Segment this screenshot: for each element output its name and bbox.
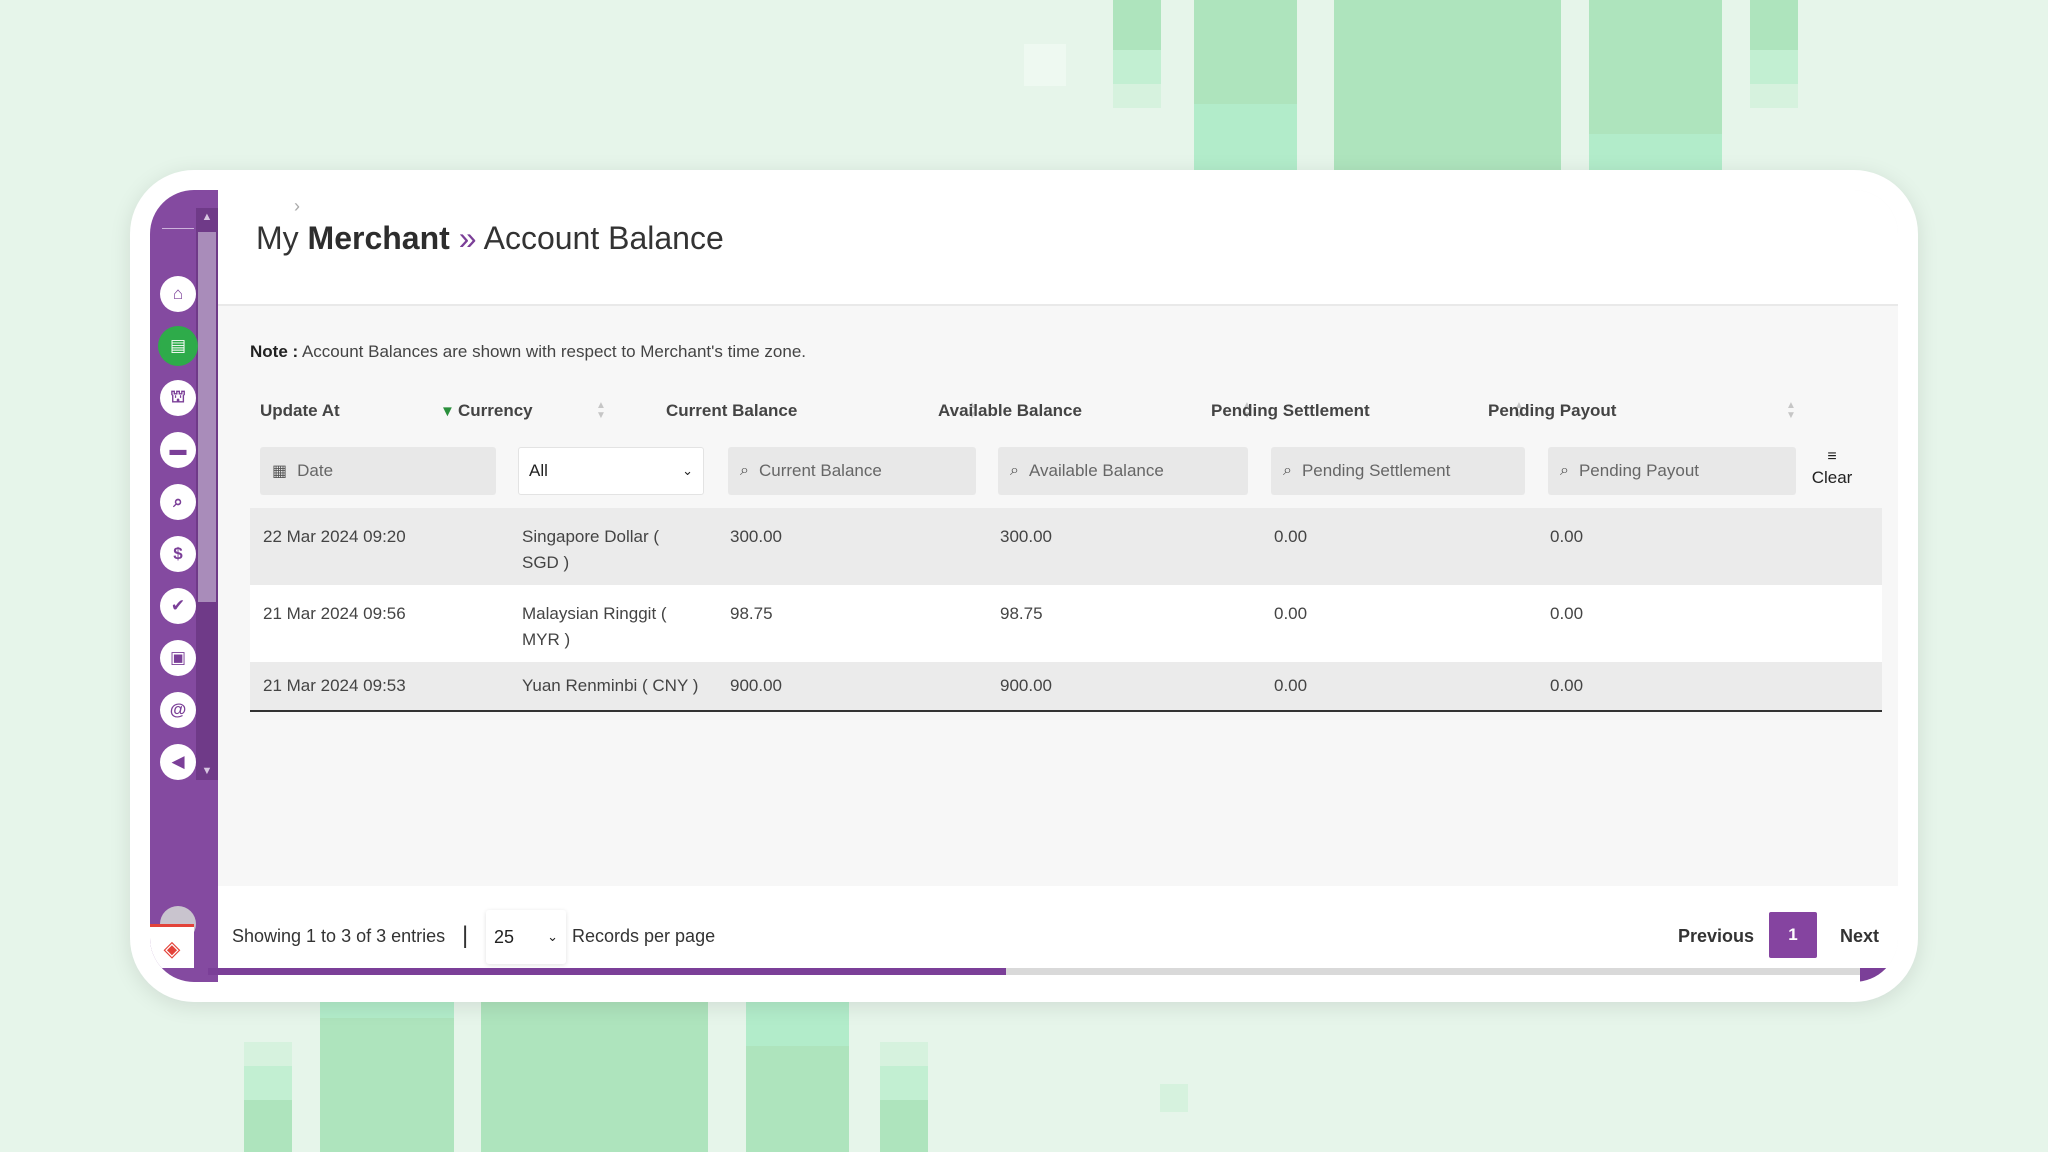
brand-logo: [162, 223, 194, 229]
home-icon[interactable]: ⌂: [160, 276, 196, 312]
wallet-icon[interactable]: ▬: [160, 432, 196, 468]
currency-select-value: All: [529, 461, 548, 480]
chevron-down-icon: ⌄: [547, 929, 558, 944]
note-text: Account Balances are shown with respect …: [301, 342, 807, 361]
pending-settlement-input[interactable]: [1301, 461, 1525, 481]
cell-current-balance: 98.75: [730, 604, 773, 623]
table-row[interactable]: 21 Mar 2024 09:56 Malaysian Ringgit ( MY…: [250, 585, 1882, 662]
cell-pending-settlement: 0.00: [1274, 527, 1308, 546]
cell-currency: Yuan Renminbi ( CNY ): [522, 676, 699, 695]
cell-pending-payout: 0.00: [1550, 604, 1584, 623]
cell-pending-payout: 0.00: [1550, 676, 1584, 695]
cell-pending-payout: 0.00: [1550, 527, 1584, 546]
pending-payout-input[interactable]: [1578, 461, 1796, 481]
clear-filter-icon: ≡: [1827, 448, 1837, 465]
search-money-icon[interactable]: ⌕: [160, 484, 196, 520]
cell-current-balance: 900.00: [730, 676, 782, 695]
records-per-page-value: 25: [494, 926, 515, 947]
timezone-note: Note : Account Balances are shown with r…: [250, 342, 806, 362]
store-icon[interactable]: ▤: [160, 328, 196, 364]
column-header-update-at[interactable]: Update At: [260, 401, 340, 425]
sort-desc-active-icon[interactable]: ▼: [440, 403, 455, 420]
scroll-corner: [1860, 968, 1898, 982]
chevron-down-icon: ⌄: [682, 463, 693, 478]
column-header-currency[interactable]: Currency: [458, 401, 533, 425]
cell-available-balance: 98.75: [1000, 604, 1043, 623]
search-icon: ⌕: [1010, 462, 1019, 479]
search-icon: ⌕: [740, 462, 749, 479]
at-icon[interactable]: @: [160, 692, 196, 728]
sidebar-scroll-down-icon[interactable]: ▼: [200, 764, 214, 778]
cell-current-balance: 300.00: [730, 527, 782, 546]
page-title: My Merchant » Account Balance: [256, 220, 724, 257]
available-balance-input[interactable]: [1028, 461, 1248, 481]
sidebar-scroll-thumb[interactable]: [198, 232, 216, 602]
cell-update-at: 22 Mar 2024 09:20: [263, 527, 406, 546]
page-1-button[interactable]: 1: [1769, 912, 1817, 958]
calendar-icon: ▦: [272, 463, 288, 480]
clear-filters-button[interactable]: ≡ Clear: [1808, 446, 1856, 496]
pending-settlement-filter[interactable]: ⌕: [1271, 447, 1525, 495]
next-page-button[interactable]: Next: [1840, 926, 1879, 947]
previous-page-button[interactable]: Previous: [1678, 926, 1754, 947]
account-balance-table: 22 Mar 2024 09:20 Singapore Dollar ( SGD…: [250, 508, 1882, 712]
current-balance-input[interactable]: [758, 461, 976, 481]
check-icon[interactable]: ✔: [160, 588, 196, 624]
cell-available-balance: 900.00: [1000, 676, 1052, 695]
table-row[interactable]: 21 Mar 2024 09:53 Yuan Renminbi ( CNY ) …: [250, 662, 1882, 712]
app-screen: ▲ ▼ ⌂ ▤ ⛫ ▬ ⌕ $ ✔ ▣ @ ◀ ◈ › My Merchant …: [150, 190, 1898, 982]
search-icon: ⌕: [1560, 462, 1569, 479]
column-header-pending-payout[interactable]: Pending Payout: [1488, 401, 1616, 425]
available-balance-filter[interactable]: ⌕: [998, 447, 1248, 495]
footer-divider: |: [462, 922, 469, 949]
currency-line: Malaysian Ringgit (: [522, 604, 667, 623]
column-header-available-balance[interactable]: Available Balance: [938, 401, 1082, 425]
sidebar-scroll-up-icon[interactable]: ▲: [200, 210, 214, 224]
cell-update-at: 21 Mar 2024 09:56: [263, 604, 406, 623]
records-per-page-select[interactable]: 25 ⌄: [486, 910, 566, 964]
currency-line: Singapore Dollar (: [522, 527, 660, 546]
horizontal-scroll-thumb[interactable]: [208, 968, 1006, 975]
cell-currency: Singapore Dollar ( SGD ): [522, 524, 659, 576]
records-per-page-label: Records per page: [572, 926, 716, 946]
cash-icon[interactable]: ▣: [160, 640, 196, 676]
table-row[interactable]: 22 Mar 2024 09:20 Singapore Dollar ( SGD…: [250, 508, 1882, 585]
bank-icon[interactable]: ⛫: [160, 380, 196, 416]
note-label: Note :: [250, 342, 299, 361]
search-icon: ⌕: [1283, 462, 1292, 479]
currency-line: SGD ): [522, 553, 570, 572]
pending-payout-filter[interactable]: ⌕: [1548, 447, 1796, 495]
laravel-logo-icon: ◈: [150, 924, 194, 968]
page-header: › My Merchant » Account Balance: [218, 190, 1898, 306]
cell-currency: Malaysian Ringgit ( MYR ): [522, 601, 667, 653]
cell-pending-settlement: 0.00: [1274, 604, 1308, 623]
expand-sidebar-icon[interactable]: ›: [294, 196, 300, 217]
currency-line: MYR ): [522, 630, 571, 649]
cell-available-balance: 300.00: [1000, 527, 1052, 546]
current-balance-filter[interactable]: ⌕: [728, 447, 976, 495]
sort-icon[interactable]: ▲ ▼: [1784, 401, 1798, 423]
entries-count: Showing 1 to 3 of 3 entries: [232, 926, 446, 946]
breadcrumb-merchant[interactable]: Merchant: [308, 220, 450, 256]
megaphone-icon[interactable]: ◀: [160, 744, 196, 780]
cell-pending-settlement: 0.00: [1274, 676, 1308, 695]
cell-update-at: 21 Mar 2024 09:53: [263, 676, 406, 695]
column-header-pending-settlement[interactable]: Pending Settlement: [1211, 401, 1370, 425]
breadcrumb-my: My: [256, 220, 299, 256]
currency-select[interactable]: All ⌄: [518, 447, 704, 495]
breadcrumb-current: Account Balance: [483, 220, 724, 256]
date-filter[interactable]: ▦: [260, 447, 496, 495]
breadcrumb-separator: »: [458, 220, 477, 256]
dollar-chat-icon[interactable]: $: [160, 536, 196, 572]
date-filter-input[interactable]: [297, 461, 496, 481]
column-header-current-balance[interactable]: Current Balance: [666, 401, 797, 425]
clear-label: Clear: [1811, 468, 1853, 487]
sort-icon[interactable]: ▲ ▼: [594, 401, 608, 423]
